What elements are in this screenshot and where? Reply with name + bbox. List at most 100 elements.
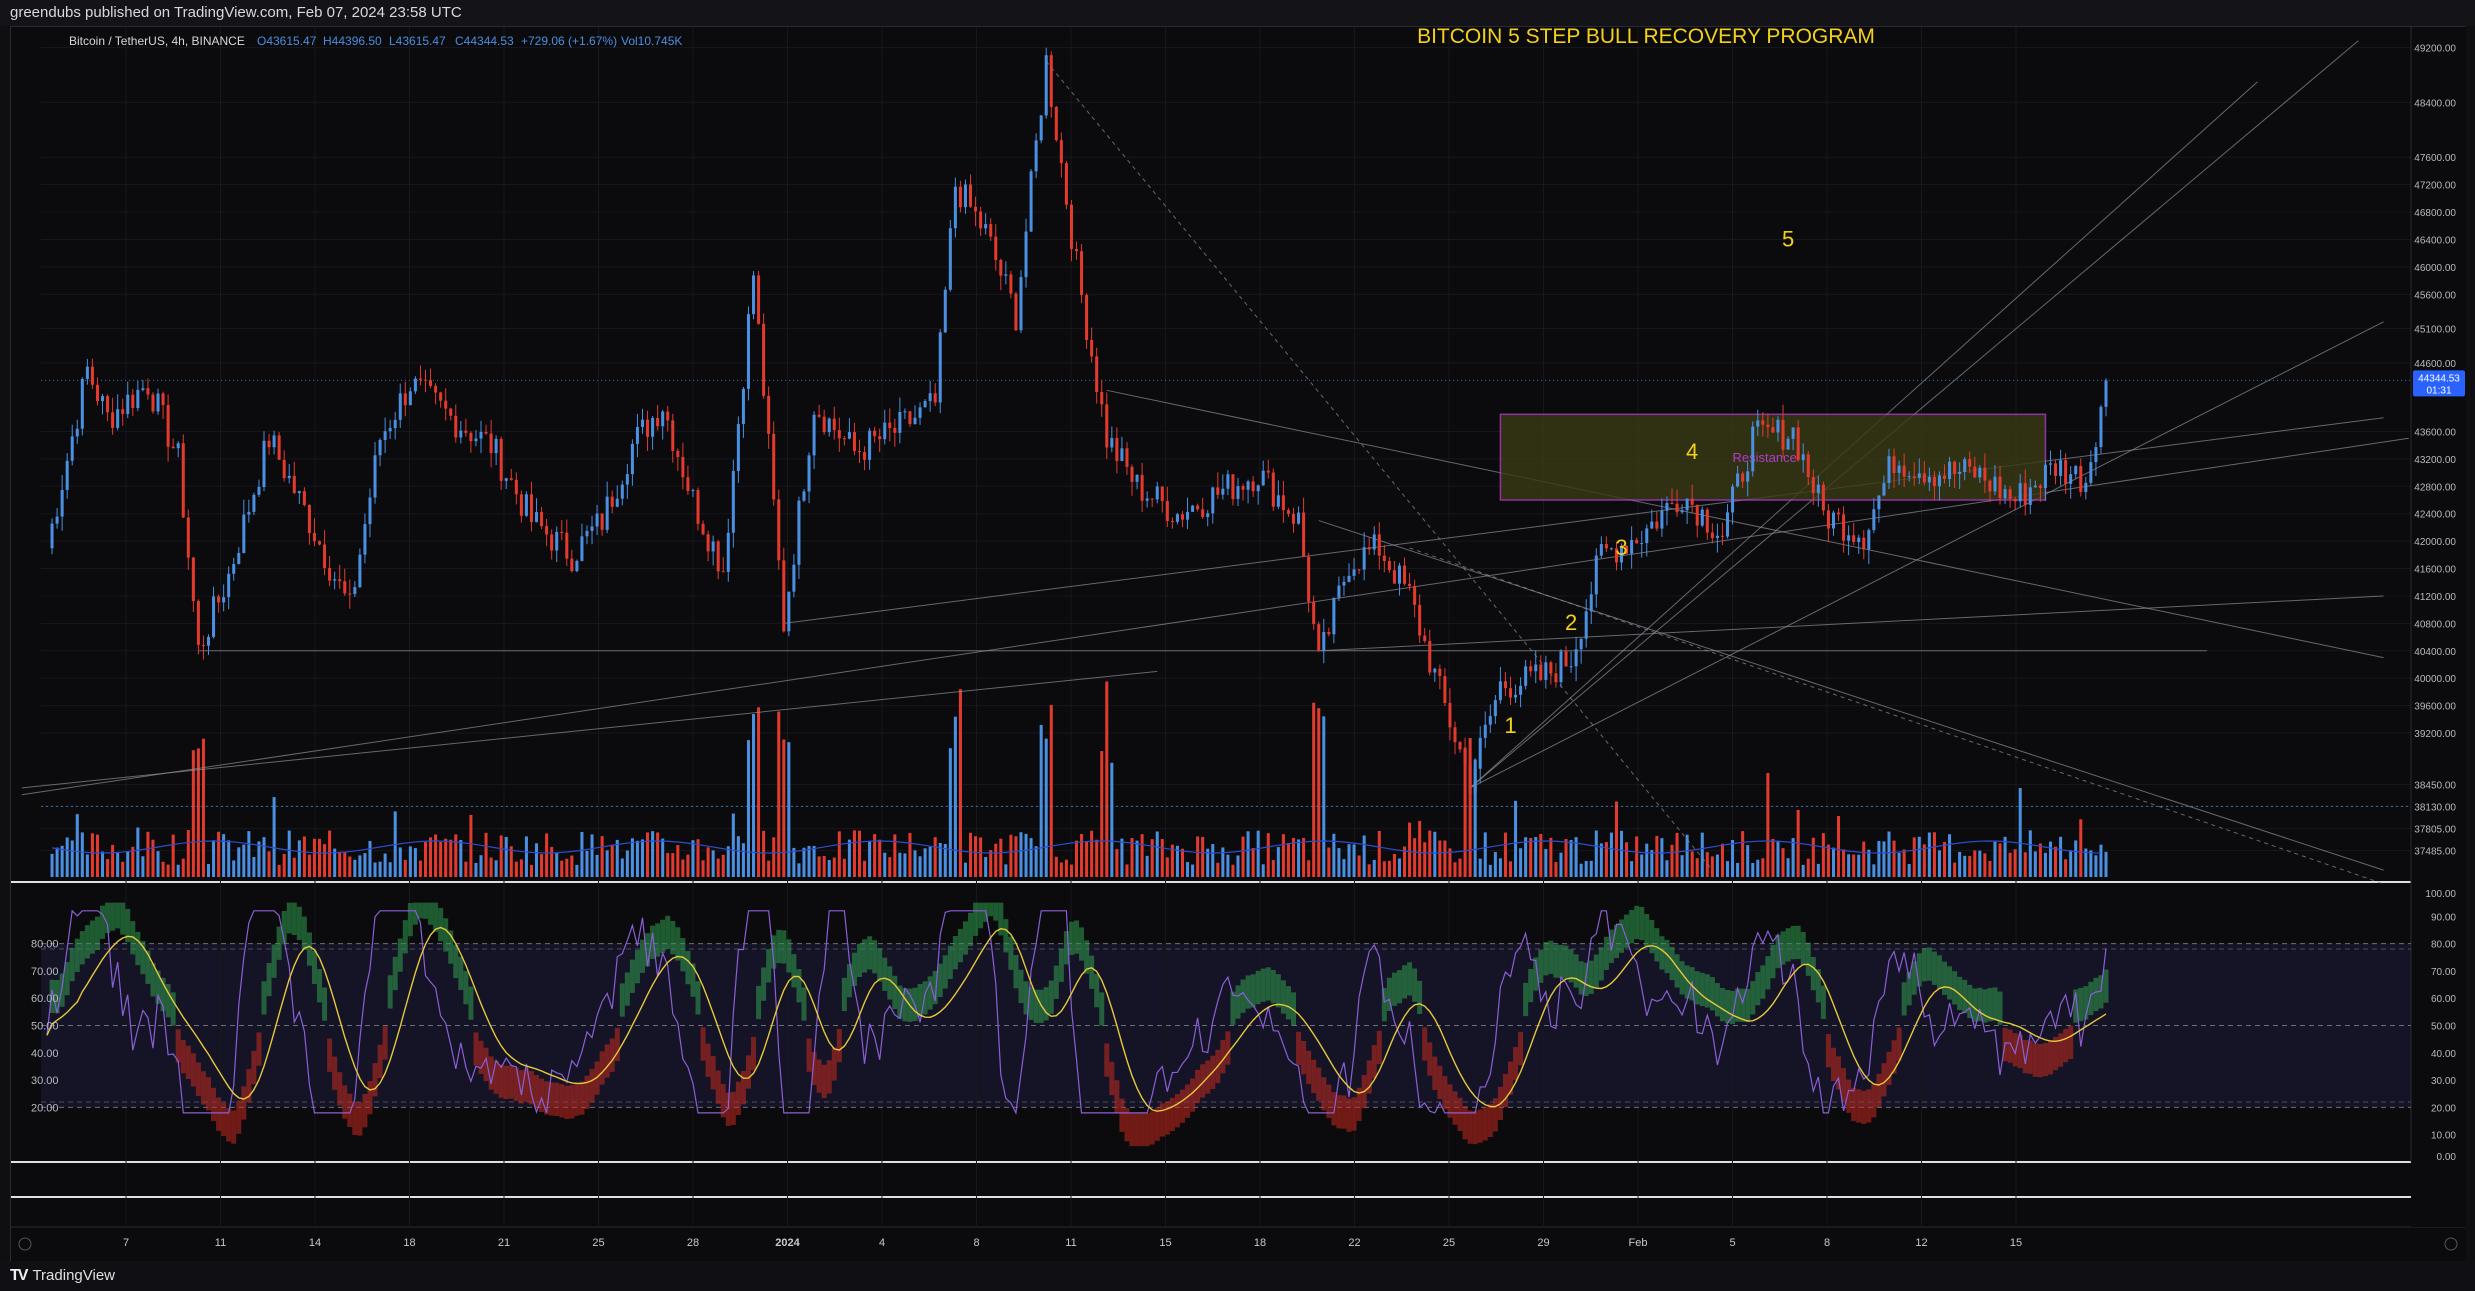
volume-bar — [1503, 832, 1507, 877]
volume-bar — [338, 851, 342, 877]
chart-title: BITCOIN 5 STEP BULL RECOVERY PROGRAM — [1417, 27, 1875, 48]
rsi-cloud-segment — [1114, 1080, 1120, 1114]
candle-body — [974, 206, 978, 212]
price-tick-label: 46000.00 — [2414, 263, 2456, 274]
candle-body — [630, 443, 634, 475]
rsi-cloud-segment — [135, 931, 141, 966]
volume-bar — [439, 841, 443, 877]
volume-bar — [1932, 832, 1936, 877]
rsi-cloud-segment — [1043, 987, 1049, 1021]
rsi-cloud-segment — [1492, 1098, 1498, 1132]
rsi-cloud-segment — [1432, 1056, 1438, 1090]
rsi-cloud-segment — [1836, 1056, 1842, 1090]
volume-bar — [1826, 844, 1830, 877]
volume-bar — [312, 838, 316, 877]
volume-bar — [651, 831, 655, 877]
candle-body — [171, 446, 175, 449]
time-tick-label: 22 — [1348, 1237, 1360, 1249]
candle-body — [1695, 504, 1699, 526]
volume-bar — [1498, 858, 1502, 877]
rsi-cloud-segment — [1134, 1112, 1140, 1147]
candle-body — [1483, 724, 1487, 738]
candle-body — [1231, 474, 1235, 499]
candle-body — [686, 477, 690, 491]
tradingview-logo[interactable]: TV TradingView — [10, 1261, 115, 1291]
volume-bar — [1125, 864, 1129, 877]
rsi-cloud-segment — [1553, 944, 1559, 978]
volume-bar — [2008, 852, 2012, 877]
publisher-bar: greendubs published on TradingView.com, … — [0, 0, 2475, 26]
volume-bar — [999, 838, 1003, 877]
time-tick-label: 25 — [1443, 1237, 1455, 1249]
candle-body — [1473, 768, 1477, 794]
volume-bar — [1201, 836, 1205, 877]
volume-bar — [2013, 849, 2017, 877]
volume-bar — [479, 855, 483, 877]
rsi-cloud-segment — [756, 985, 762, 1020]
candle-body — [676, 450, 680, 457]
volume-bar — [1524, 837, 1528, 877]
rsi-right-tick: 30.00 — [2431, 1076, 2456, 1087]
rsi-cloud-segment — [1422, 1027, 1428, 1061]
rsi-cloud-segment — [1936, 955, 1942, 989]
rsi-cloud-segment — [291, 902, 297, 936]
rsi-cloud-segment — [841, 977, 847, 1012]
volume-bar — [1155, 831, 1159, 877]
volume-bar — [1276, 847, 1280, 877]
candle-body — [186, 517, 190, 558]
candle-body — [1372, 534, 1376, 550]
volume-bar — [1034, 846, 1038, 877]
candle-body — [923, 401, 927, 408]
rsi-cloud-segment — [922, 981, 928, 1015]
volume-bar — [1302, 837, 1306, 877]
candle-body — [1579, 638, 1583, 650]
rsi-cloud-segment — [1376, 1030, 1382, 1065]
candle-body — [136, 389, 140, 409]
candle-body — [762, 323, 766, 396]
volume-bar — [529, 864, 533, 877]
volume-bar — [1766, 772, 1770, 877]
candle-body — [615, 498, 619, 507]
volume-bar — [489, 857, 493, 877]
rsi-right-tick: 60.00 — [2431, 994, 2456, 1005]
candle-body — [842, 438, 846, 440]
rsi-cloud-segment — [786, 939, 792, 973]
candle-body — [979, 211, 983, 229]
volume-bar — [847, 839, 851, 877]
rsi-cloud-segment — [110, 902, 116, 931]
candle-body — [863, 452, 867, 460]
candle-body — [1746, 471, 1750, 482]
rsi-cloud-segment — [1412, 968, 1418, 1002]
volume-bar — [1039, 724, 1043, 877]
volume-bar — [171, 834, 175, 877]
candle-body — [1140, 474, 1144, 501]
chart-frame[interactable]: Resistance 12345 49200.00 48400.00 47600.0… — [10, 26, 2466, 1262]
candle-body — [146, 388, 150, 395]
rsi-cloud-segment — [1709, 977, 1715, 1011]
candle-body — [1297, 512, 1301, 524]
volume-bar — [1266, 833, 1270, 877]
volume-bar — [1332, 833, 1336, 877]
candle-body — [378, 439, 382, 456]
candle-body — [908, 411, 912, 425]
candle-body — [1201, 509, 1205, 518]
rsi-cloud-segment — [120, 902, 126, 935]
candle-body — [565, 532, 569, 559]
rsi-cloud-segment — [387, 975, 393, 1009]
candle-body — [1090, 339, 1094, 357]
rsi-cloud-segment — [952, 936, 958, 970]
rsi-cloud-segment — [1265, 967, 1271, 1001]
candle-body — [827, 418, 831, 433]
candle-body — [1725, 512, 1730, 537]
candle-body — [2089, 462, 2093, 483]
volume-bar — [1241, 836, 1245, 877]
volume-bar — [1307, 860, 1311, 877]
volume-bar — [1650, 850, 1654, 877]
rsi-cloud-segment — [1805, 942, 1811, 976]
volume-bar — [1397, 858, 1401, 877]
volume-bar — [1816, 863, 1820, 877]
candle-body — [1004, 274, 1008, 276]
rsi-cloud-segment — [599, 1051, 605, 1085]
candle-body — [1564, 651, 1568, 667]
chart-canvas[interactable]: Resistance 12345 49200.0048400.0047600.0… — [11, 27, 2466, 1262]
